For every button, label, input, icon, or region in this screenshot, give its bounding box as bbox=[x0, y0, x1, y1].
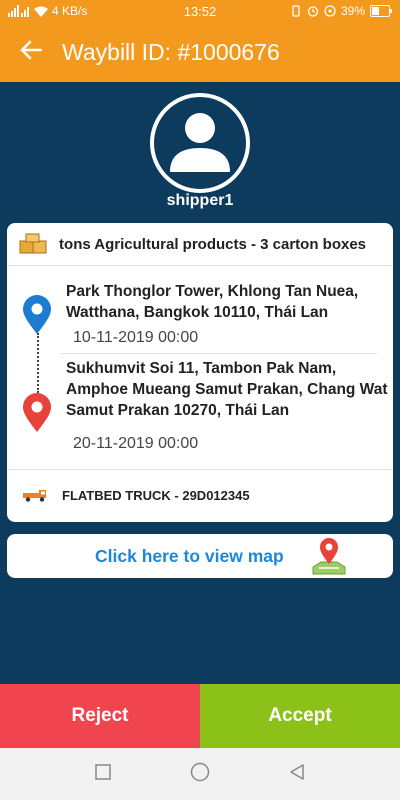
status-bar: 4 KB/s 13:52 39% bbox=[0, 0, 400, 22]
recent-apps-button[interactable] bbox=[83, 754, 123, 794]
wifi-icon bbox=[34, 6, 48, 17]
vehicle-row: FLATBED TRUCK - 29D012345 bbox=[7, 475, 393, 515]
divider bbox=[60, 353, 377, 354]
home-button[interactable] bbox=[180, 754, 220, 794]
page-title: Waybill ID: #1000676 bbox=[62, 38, 280, 65]
shipment-card: 3 cartons Agricultural products - 3 cart… bbox=[7, 223, 393, 522]
arrow-left-icon bbox=[20, 40, 43, 65]
square-icon bbox=[95, 763, 112, 785]
view-map-button[interactable]: Click here to view map bbox=[7, 534, 393, 578]
dropoff-date: 20-11-2019 00:00 bbox=[73, 435, 199, 452]
circle-icon bbox=[190, 762, 210, 787]
avatar bbox=[150, 93, 250, 193]
accept-button[interactable]: Accept bbox=[200, 684, 400, 748]
battery-icon bbox=[370, 5, 392, 17]
network-speed: 4 KB/s bbox=[52, 4, 88, 18]
goods-description: 3 cartons Agricultural products - 3 cart… bbox=[59, 235, 367, 253]
username: shipper1 bbox=[166, 192, 234, 209]
back-button[interactable] bbox=[0, 22, 62, 82]
signal-icon bbox=[8, 5, 30, 17]
map-pin-icon bbox=[311, 537, 347, 580]
pickup-address: Park Thonglor Tower, Khlong Tan Nuea, Wa… bbox=[66, 283, 359, 321]
red-pin-icon bbox=[22, 393, 52, 438]
boxes-icon bbox=[7, 223, 59, 266]
divider bbox=[7, 469, 393, 470]
system-nav-bar bbox=[0, 748, 400, 800]
dropoff-address: Sukhumvit Soi 11, Tambon Pak Nam, Amphoe… bbox=[66, 360, 388, 419]
triangle-back-icon bbox=[288, 763, 306, 786]
alarm-icon bbox=[307, 5, 319, 17]
sync-icon bbox=[324, 5, 336, 17]
user-icon bbox=[165, 106, 235, 181]
truck-icon bbox=[7, 488, 62, 502]
vibrate-icon bbox=[290, 5, 302, 17]
view-map-label: Click here to view map bbox=[95, 545, 284, 566]
reject-button[interactable]: Reject bbox=[0, 684, 200, 748]
vehicle-info: FLATBED TRUCK - 29D012345 bbox=[62, 487, 250, 503]
pickup-date: 10-11-2019 00:00 bbox=[73, 329, 199, 346]
goods-row: 3 cartons Agricultural products - 3 cart… bbox=[7, 223, 393, 266]
system-back-button[interactable] bbox=[277, 754, 317, 794]
route-line bbox=[37, 333, 39, 393]
app-bar: Waybill ID: #1000676 bbox=[0, 22, 400, 82]
battery-percent: 39% bbox=[340, 4, 365, 18]
clock: 13:52 bbox=[183, 3, 217, 19]
